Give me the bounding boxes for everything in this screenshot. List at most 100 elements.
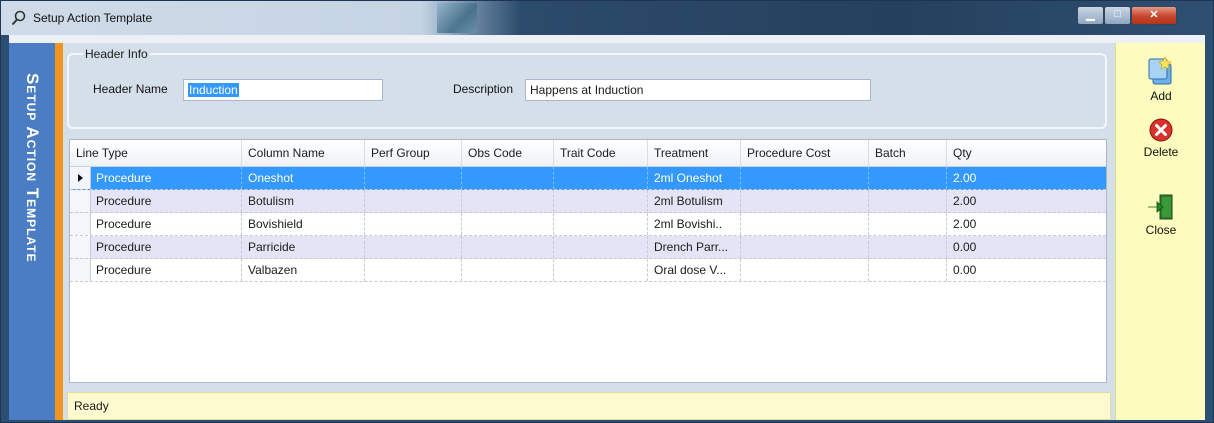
close-window-button[interactable]: ✕ [1131,6,1177,25]
cell-column-name[interactable]: Valbazen [242,259,365,281]
table-row[interactable]: Procedure Botulism 2ml Botulism 2.00 [70,190,1106,213]
status-bar: Ready [67,392,1111,420]
side-banner-text: Setup Action Template [23,73,42,263]
cell-line-type[interactable]: Procedure [90,167,242,189]
cell-perf-group[interactable] [365,259,462,281]
cell-column-name[interactable]: Parricide [242,236,365,258]
header-name-field[interactable]: Induction [183,79,383,101]
column-header[interactable]: Procedure Cost [741,140,869,166]
cell-qty[interactable]: 2.00 [947,213,1106,235]
cell-line-type[interactable]: Procedure [90,190,242,212]
cell-perf-group[interactable] [365,167,462,189]
table-row[interactable]: Procedure Oneshot 2ml Oneshot 2.00 [70,167,1106,190]
cell-procedure-cost[interactable] [741,236,869,258]
column-header[interactable]: Trait Code [554,140,648,166]
description-label: Description [453,82,514,96]
minimize-button[interactable]: ▁ [1077,6,1104,25]
table-row[interactable]: Procedure Bovishield 2ml Bovishi.. 2.00 [70,213,1106,236]
column-header[interactable]: Perf Group [365,140,462,166]
grid-header: Line Type Column Name Perf Group Obs Cod… [70,140,1106,167]
maximize-button[interactable]: □ [1104,6,1131,25]
table-row[interactable]: Procedure Parricide Drench Parr... 0.00 [70,236,1106,259]
cell-treatment[interactable]: 2ml Bovishi.. [648,213,741,235]
cell-trait-code[interactable] [554,259,648,281]
cell-perf-group[interactable] [365,190,462,212]
cell-batch[interactable] [869,190,947,212]
column-header[interactable]: Line Type [70,140,242,166]
title-bar[interactable]: Setup Action Template ▁ □ ✕ [1,1,1213,35]
row-header[interactable] [70,190,91,212]
cell-procedure-cost[interactable] [741,259,869,281]
cell-line-type[interactable]: Procedure [90,213,242,235]
cell-line-type[interactable]: Procedure [90,259,242,281]
cell-column-name[interactable]: Botulism [242,190,365,212]
row-header[interactable] [70,213,91,235]
close-button[interactable]: Close [1116,193,1206,237]
minimize-icon: ▁ [1086,9,1095,21]
column-header[interactable]: Treatment [648,140,741,166]
title-decoration [437,3,477,33]
column-header[interactable]: Batch [869,140,947,166]
cell-column-name[interactable]: Oneshot [242,167,365,189]
description-field[interactable]: Happens at Induction [525,79,871,101]
cell-treatment[interactable]: 2ml Oneshot [648,167,741,189]
column-header[interactable]: Column Name [242,140,365,166]
header-name-label: Header Name [93,82,168,96]
application-window: Setup Action Template ▁ □ ✕ Setup Action… [0,0,1214,423]
cell-obs-code[interactable] [462,167,554,189]
cell-qty[interactable]: 2.00 [947,190,1106,212]
cell-trait-code[interactable] [554,213,648,235]
cell-column-name[interactable]: Bovishield [242,213,365,235]
row-header[interactable] [70,167,91,189]
delete-button[interactable]: Delete [1116,117,1206,159]
cell-treatment[interactable]: Oral dose V... [648,259,741,281]
cell-obs-code[interactable] [462,190,554,212]
template-lines-grid[interactable]: Line Type Column Name Perf Group Obs Cod… [69,139,1107,383]
maximize-icon: □ [1114,8,1121,20]
cell-perf-group[interactable] [365,213,462,235]
side-banner: Setup Action Template [9,43,55,420]
cell-procedure-cost[interactable] [741,190,869,212]
delete-icon [1149,118,1173,142]
cell-obs-code[interactable] [462,213,554,235]
cell-trait-code[interactable] [554,190,648,212]
cell-trait-code[interactable] [554,167,648,189]
cell-procedure-cost[interactable] [741,167,869,189]
column-header[interactable]: Qty [947,140,1106,166]
cell-line-type[interactable]: Procedure [90,236,242,258]
close-label: Close [1145,223,1177,237]
cell-batch[interactable] [869,259,947,281]
add-label: Add [1150,89,1172,103]
exit-door-icon [1148,194,1173,220]
group-title: Header Info [83,47,150,61]
row-header[interactable] [70,259,91,281]
window-client-area: Setup Action Template Header Info Header… [9,35,1205,420]
accent-strip [55,43,63,420]
cell-treatment[interactable]: 2ml Botulism [648,190,741,212]
current-row-arrow-icon [78,174,83,182]
cell-trait-code[interactable] [554,236,648,258]
delete-label: Delete [1143,145,1179,159]
cell-batch[interactable] [869,213,947,235]
cell-batch[interactable] [869,236,947,258]
cell-qty[interactable]: 0.00 [947,236,1106,258]
table-row[interactable]: Procedure Valbazen Oral dose V... 0.00 [70,259,1106,282]
cell-obs-code[interactable] [462,259,554,281]
cell-qty[interactable]: 2.00 [947,167,1106,189]
app-icon [11,10,26,26]
action-toolbar: Add Delete Close [1115,43,1205,420]
header-name-value: Induction [188,83,239,97]
header-info-group: Header Info Header Name Induction Descri… [67,47,1107,129]
close-icon: ✕ [1149,9,1159,21]
cell-batch[interactable] [869,167,947,189]
cell-qty[interactable]: 0.00 [947,259,1106,281]
cell-perf-group[interactable] [365,236,462,258]
cell-procedure-cost[interactable] [741,213,869,235]
column-header[interactable]: Obs Code [462,140,554,166]
cell-obs-code[interactable] [462,236,554,258]
cell-treatment[interactable]: Drench Parr... [648,236,741,258]
row-header[interactable] [70,236,91,258]
window-title: Setup Action Template [33,11,153,25]
add-button[interactable]: Add [1116,55,1206,103]
add-icon [1148,56,1172,85]
